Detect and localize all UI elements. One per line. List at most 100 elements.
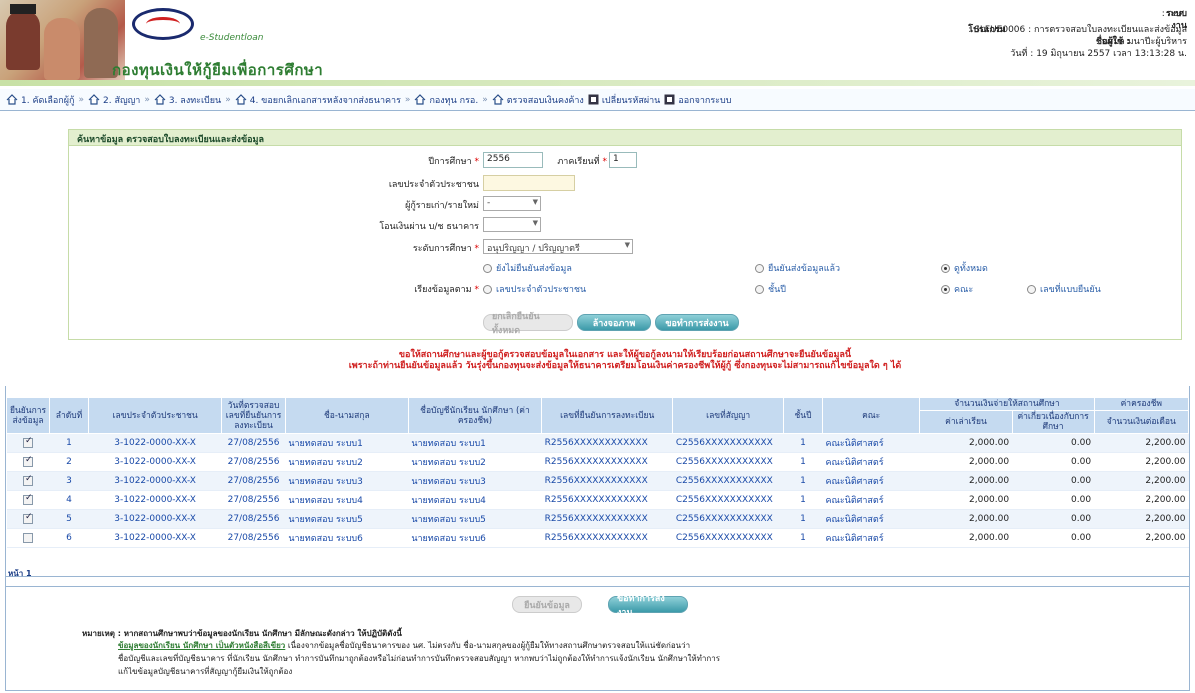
clear-button[interactable]: ล้างจอภาพ xyxy=(577,314,651,331)
home-icon xyxy=(235,94,247,105)
row-account: นายทดสอบ ระบบ2 xyxy=(408,452,542,472)
row-faculty: คณะนิติศาสตร์ xyxy=(822,490,920,510)
logo-subtitle: e-Studentloan xyxy=(200,33,264,43)
row-account: นายทดสอบ ระบบ1 xyxy=(408,433,542,453)
row-name: นายทดสอบ ระบบ6 xyxy=(285,528,409,548)
process-button[interactable]: ขอทำการส่งงาน xyxy=(655,314,739,331)
confirm-checkbox[interactable] xyxy=(23,493,34,505)
confirm-checkbox[interactable] xyxy=(23,455,34,467)
status-radio-unconfirmed[interactable]: ยังไม่ยืนยันส่งข้อมูล xyxy=(483,261,572,275)
menu-item-logout[interactable]: ออกจากระบบ xyxy=(664,93,731,107)
menu-label: 4. ขอยกเลิกเอกสารหลังจากส่งธนาคาร xyxy=(249,95,401,106)
menu-item-register[interactable]: 3. ลงทะเบียน xyxy=(154,93,221,107)
row-citizen: 3-1022-0000-XX-X xyxy=(88,433,222,453)
row-monthly: 2,200.00 xyxy=(1094,528,1189,548)
status-radio-confirmed[interactable]: ยืนยันส่งข้อมูลแล้ว xyxy=(755,261,840,275)
unconfirm-all-button[interactable]: ยกเลิกยืนยันทั้งหมด xyxy=(483,312,573,336)
row-reg: R2556XXXXXXXXXXXX xyxy=(541,490,673,510)
table-row: 6 3-1022-0000-XX-X 27/08/2556 นายทดสอบ ร… xyxy=(6,528,1189,548)
header-photo xyxy=(0,0,125,86)
row-contract: C2556XXXXXXXXXXX xyxy=(672,490,784,510)
menu-item-kro-fund[interactable]: กองทุน กรอ. xyxy=(414,93,478,107)
status-radio-all[interactable]: ดูทั้งหมด xyxy=(941,261,988,275)
menu-label: 1. คัดเลือกผู้กู้ xyxy=(21,95,75,106)
sort-radio-confirm-no[interactable]: เลขที่แบบยืนยัน xyxy=(1027,282,1101,296)
row-name: นายทดสอบ ระบบ4 xyxy=(285,490,409,510)
term-input[interactable]: 1 xyxy=(609,152,637,168)
radio-icon xyxy=(483,263,492,273)
row-date: 27/08/2556 xyxy=(221,509,286,529)
row-year: 1 xyxy=(783,509,823,529)
bottom-process-button[interactable]: ขอทำการส่งงาน xyxy=(608,594,688,618)
warning-line-2: เพราะถ้าท่านยืนยันข้อมูลแล้ว วันรุ่งขึ้น… xyxy=(348,361,902,371)
citizen-input[interactable] xyxy=(483,175,575,191)
program-label: โปรแกรม xyxy=(968,25,1006,35)
borrower-type-label: ผู้กู้รายเก่า/รายใหม่ xyxy=(405,201,479,211)
col-living-group: ค่าครองชีพ xyxy=(1093,397,1190,411)
row-contract: C2556XXXXXXXXXXX xyxy=(672,452,784,472)
row-faculty: คณะนิติศาสตร์ xyxy=(822,452,920,472)
row-citizen: 3-1022-0000-XX-X xyxy=(88,452,222,472)
results-table: ยืนยันการส่งข้อมูล ลำดับที่ เลขประจำตัวป… xyxy=(5,397,1190,548)
main-menu: 1. คัดเลือกผู้กู้ » 2. สัญญา » 3. ลงทะเบ… xyxy=(0,89,1195,111)
menu-label: 3. ลงทะเบียน xyxy=(168,95,222,106)
confirm-checkbox[interactable] xyxy=(23,436,34,448)
year-input[interactable]: 2556 xyxy=(483,152,543,168)
row-year: 1 xyxy=(783,490,823,510)
home-icon xyxy=(415,94,426,105)
menu-item-change-password[interactable]: เปลี่ยนรหัสผ่าน xyxy=(588,93,660,107)
col-monthly: จำนวนเงินต่อเดือน xyxy=(1093,410,1190,434)
row-date: 27/08/2556 xyxy=(221,490,286,510)
row-no: 3 xyxy=(49,471,89,491)
row-faculty: คณะนิติศาสตร์ xyxy=(822,471,920,491)
brand-title: กองทุนเงินให้กู้ยืมเพื่อการศึกษา xyxy=(112,61,324,79)
row-reg: R2556XXXXXXXXXXXX xyxy=(541,433,673,453)
menu-item-cancel-docs[interactable]: 4. ขอยกเลิกเอกสารหลังจากส่งธนาคาร xyxy=(235,93,401,107)
confirm-checkbox[interactable] xyxy=(23,532,34,543)
confirm-data-button[interactable]: ยืนยันข้อมูล xyxy=(512,596,582,613)
term-label: ภาคเรียนที่ * xyxy=(557,157,607,167)
pager[interactable]: หน้า 1 xyxy=(6,567,1189,578)
row-citizen: 3-1022-0000-XX-X xyxy=(88,509,222,529)
sort-radio-year[interactable]: ชั้นปี xyxy=(755,282,786,296)
transfer-select[interactable]: ▼ xyxy=(483,217,541,232)
key-icon xyxy=(588,94,599,105)
sort-radio-faculty[interactable]: คณะ xyxy=(941,282,973,296)
menu-item-outstanding[interactable]: ตรวจสอบเงินคงค้าง xyxy=(492,93,584,107)
menu-label: ตรวจสอบเงินคงค้าง xyxy=(506,95,584,106)
row-monthly: 2,200.00 xyxy=(1094,490,1189,510)
home-icon xyxy=(154,94,166,105)
confirm-checkbox[interactable] xyxy=(23,512,34,524)
row-reg: R2556XXXXXXXXXXXX xyxy=(541,528,673,548)
col-faculty: คณะ xyxy=(821,397,921,434)
row-reg: R2556XXXXXXXXXXXX xyxy=(541,509,673,529)
row-related: 0.00 xyxy=(1012,471,1095,491)
menu-label: 2. สัญญา xyxy=(103,95,141,106)
note-title: หมายเหตุ : หากสถานศึกษาพบว่าข้อมูลของนัก… xyxy=(82,629,402,638)
table-row: 5 3-1022-0000-XX-X 27/08/2556 นายทดสอบ ร… xyxy=(6,509,1189,529)
note-highlight: ข้อมูลของนักเรียน นักศึกษา เป็นตัวหนังสื… xyxy=(118,641,286,650)
system-info: ระบบงาน : กยศ. โปรแกรม : SLFUE0006 : การ… xyxy=(968,8,1187,60)
row-faculty: คณะนิติศาสตร์ xyxy=(822,509,920,529)
row-citizen: 3-1022-0000-XX-X xyxy=(88,528,222,548)
col-year: ชั้นปี xyxy=(783,397,823,434)
table-row: 4 3-1022-0000-XX-X 27/08/2556 นายทดสอบ ร… xyxy=(6,490,1189,510)
menu-item-select-borrower[interactable]: 1. คัดเลือกผู้กู้ xyxy=(6,93,74,107)
user-label: ชื่อผู้ใช้ : xyxy=(1095,37,1130,47)
menu-label: เปลี่ยนรหัสผ่าน xyxy=(601,95,661,106)
row-tuition: 2,000.00 xyxy=(919,490,1013,510)
borrower-type-select[interactable]: - ▼ xyxy=(483,196,541,211)
radio-icon xyxy=(1027,284,1036,294)
row-date: 27/08/2556 xyxy=(221,433,286,453)
citizen-label: เลขประจำตัวประชาชน xyxy=(388,180,479,190)
search-panel-title: ค้นหาข้อมูล ตรวจสอบใบลงทะเบียนและส่งข้อม… xyxy=(69,130,1181,146)
confirm-checkbox[interactable] xyxy=(23,474,34,486)
home-icon xyxy=(492,94,504,105)
col-check-date: วันที่ตรวจสอบ เลขที่ยืนยันการลงทะเบียน xyxy=(221,397,286,434)
menu-label: ออกจากระบบ xyxy=(678,95,732,106)
level-select[interactable]: อนุปริญญา / ปริญญาตรี ▼ xyxy=(483,239,633,254)
sort-radio-citizen[interactable]: เลขประจำตัวประชาชน xyxy=(483,282,586,296)
menu-item-contract[interactable]: 2. สัญญา xyxy=(88,93,140,107)
row-related: 0.00 xyxy=(1012,490,1095,510)
row-contract: C2556XXXXXXXXXXX xyxy=(672,471,784,491)
